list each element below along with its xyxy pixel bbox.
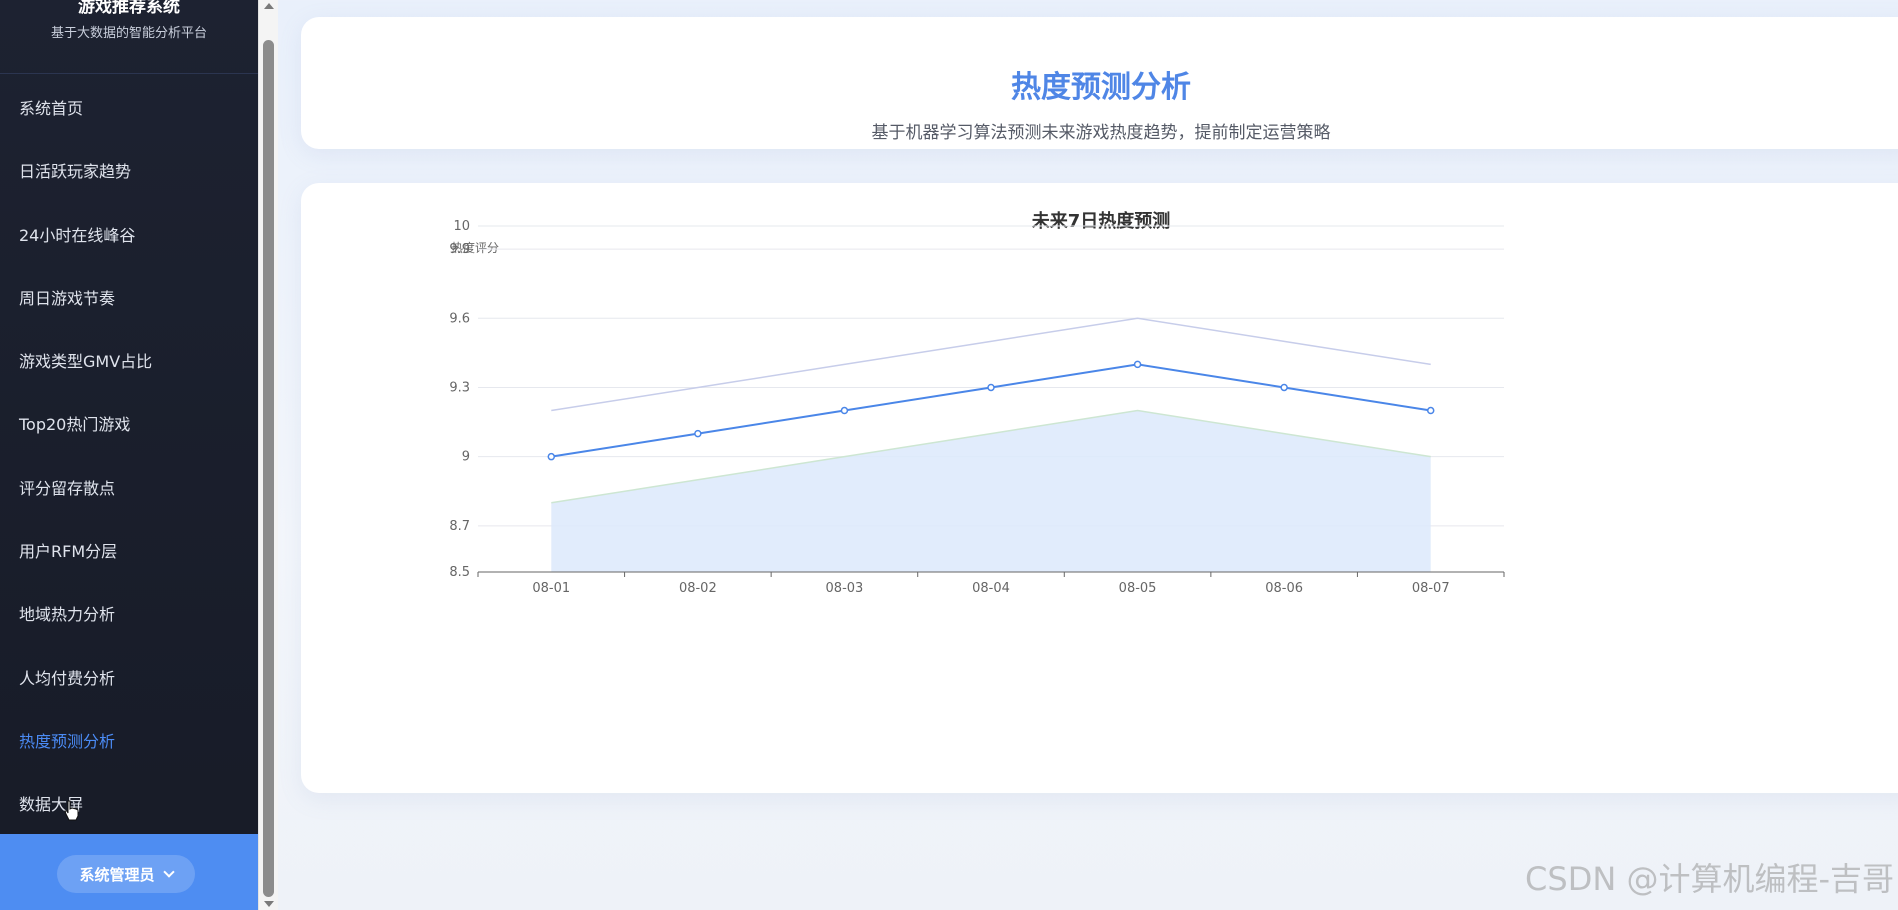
sidebar: 游戏推荐系统 基于大数据的智能分析平台 系统首页 日活跃玩家趋势 24小时在线峰… (0, 0, 258, 910)
predicted-point[interactable] (1280, 383, 1288, 392)
x-tick-label: 08-06 (1265, 581, 1303, 596)
y-tick-label: 8.5 (449, 565, 470, 580)
sidebar-menu: 系统首页 日活跃玩家趋势 24小时在线峰谷 周日游戏节奏 游戏类型GMV占比 T… (0, 77, 258, 837)
predicted-point[interactable] (547, 452, 556, 461)
brand: 游戏推荐系统 基于大数据的智能分析平台 (0, 0, 258, 74)
sidebar-footer: 系统管理员 (0, 834, 258, 910)
y-tick-label: 10 (453, 219, 470, 234)
predicted-point[interactable] (1426, 406, 1435, 415)
chart-title: 未来7日热度预测 (1032, 210, 1171, 232)
chevron-down-icon (162, 866, 175, 878)
x-tick-label: 08-02 (679, 581, 717, 596)
predicted-point[interactable] (694, 429, 702, 438)
y-tick-label: 8.7 (449, 519, 470, 534)
forecast-band-area (551, 410, 1431, 572)
chart-card: 未来7日热度预测 热度评分 8.5 8.7 9 9.3 9.6 9.9 10 08-01 08-… (301, 183, 1898, 793)
y-tick-label: 9.6 (449, 311, 470, 326)
x-tick-label: 08-03 (826, 581, 864, 596)
forecast-chart: 未来7日热度预测 热度评分 8.58.799.39.69.91008-01 08-… (449, 210, 1505, 596)
scroll-up-arrow-icon[interactable] (264, 3, 274, 9)
watermark: CSDN @计算机编程-吉哥 (1525, 860, 1894, 898)
sidebar-item-rating-retention[interactable]: 评分留存散点 (0, 457, 258, 520)
sidebar-item-dau-trend[interactable]: 日活跃玩家趋势 (0, 140, 258, 203)
page-subtitle: 基于机器学习算法预测未来游戏热度趋势，提前制定运营策略 (871, 123, 1331, 143)
sidebar-item-gmv-share[interactable]: 游戏类型GMV占比 (0, 330, 258, 393)
brand-title: 游戏推荐系统 (78, 0, 180, 17)
hand-cursor-icon (64, 800, 79, 821)
scroll-thumb[interactable] (263, 40, 274, 897)
predicted-point[interactable] (987, 383, 995, 392)
sidebar-scrollbar[interactable] (258, 0, 278, 910)
y-tick-label: 9.3 (449, 380, 470, 395)
y-tick-label: 9 (462, 450, 470, 465)
user-menu-button[interactable]: 系统管理员 (57, 855, 195, 893)
scroll-down-arrow-icon[interactable] (264, 901, 274, 907)
sidebar-item-home[interactable]: 系统首页 (0, 77, 258, 140)
sidebar-item-arpu[interactable]: 人均付费分析 (0, 647, 258, 710)
x-tick-label: 08-05 (1119, 581, 1157, 596)
page-title: 热度预测分析 (1011, 70, 1191, 105)
sidebar-item-rfm[interactable]: 用户RFM分层 (0, 520, 258, 583)
brand-subtitle: 基于大数据的智能分析平台 (50, 26, 207, 41)
header-card: 热度预测分析 基于机器学习算法预测未来游戏热度趋势，提前制定运营策略 (301, 17, 1898, 149)
x-tick-label: 08-07 (1412, 581, 1450, 596)
x-tick-label: 08-04 (972, 581, 1010, 596)
predicted-point[interactable] (840, 406, 849, 415)
sidebar-item-weekly-rhythm[interactable]: 周日游戏节奏 (0, 267, 258, 330)
sidebar-item-region-heat[interactable]: 地域热力分析 (0, 583, 258, 646)
sidebar-item-heat-forecast[interactable]: 热度预测分析 (0, 710, 258, 773)
user-name: 系统管理员 (79, 865, 155, 884)
sidebar-item-24h-online[interactable]: 24小时在线峰谷 (0, 204, 258, 267)
x-tick-label: 08-01 (532, 581, 570, 596)
sidebar-item-top20[interactable]: Top20热门游戏 (0, 393, 258, 456)
sidebar-item-dashboard[interactable]: 数据大屏 (0, 773, 258, 836)
predicted-point[interactable] (1133, 360, 1142, 369)
y-tick-label: 9.9 (449, 242, 470, 257)
upper-bound-line (551, 317, 1431, 412)
